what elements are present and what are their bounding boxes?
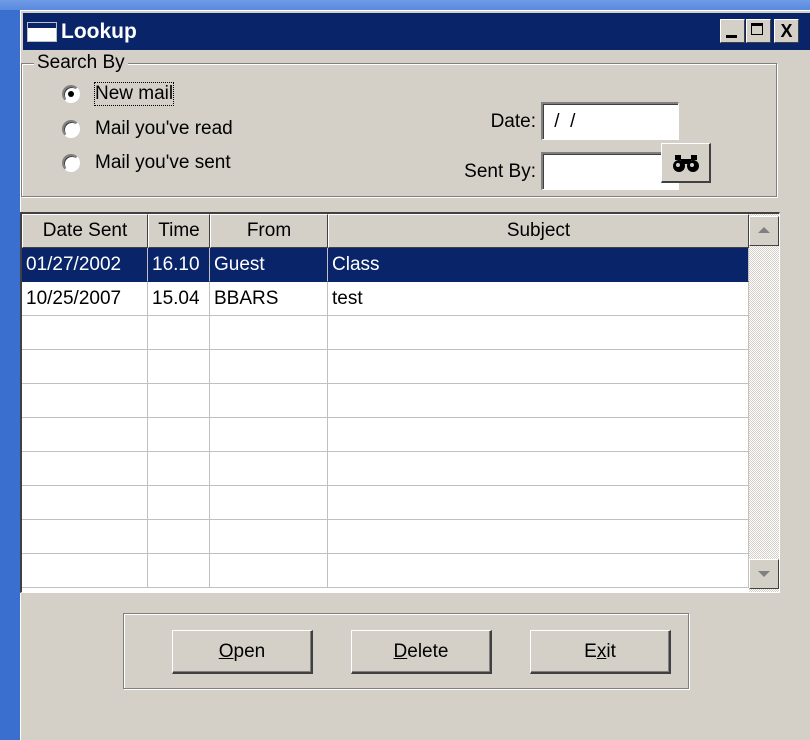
radio-mail-read[interactable]: Mail you've read [62,116,233,142]
radio-label-mail-read: Mail you've read [95,118,233,139]
date-field[interactable] [541,102,679,140]
minimize-icon[interactable] [720,19,745,43]
empty-cell [210,384,328,418]
empty-cell [22,350,148,384]
table-row-empty[interactable] [22,384,749,418]
mail-results-grid[interactable]: Date Sent Time From Subject 01/27/2002 1… [20,212,780,593]
table-row-empty[interactable] [22,316,749,350]
title-bar[interactable]: Lookup X [23,13,810,50]
column-header-time[interactable]: Time [148,214,210,248]
table-row[interactable]: 01/27/2002 16.10 Guest Class [22,248,749,282]
exit-button[interactable]: Exit [530,630,671,674]
empty-cell [210,418,328,452]
empty-cell [328,316,749,350]
empty-cell [328,520,749,554]
radio-button-checked[interactable] [62,85,80,103]
delete-button[interactable]: Delete [351,630,492,674]
desktop-background [0,0,810,10]
empty-cell [22,554,148,588]
cell-subject: Class [328,248,749,282]
window-title: Lookup [61,20,137,43]
empty-cell [328,452,749,486]
empty-cell [22,486,148,520]
radio-new-mail[interactable]: New mail [62,81,175,107]
cell-time: 15.04 [148,282,210,316]
empty-cell [148,520,210,554]
radio-mail-sent[interactable]: Mail you've sent [62,150,231,176]
cell-date-sent: 10/25/2007 [22,282,148,316]
empty-cell [148,384,210,418]
empty-cell [210,316,328,350]
column-header-date-sent[interactable]: Date Sent [22,214,148,248]
empty-cell [210,452,328,486]
cell-date-sent: 01/27/2002 [22,248,148,282]
table-row-empty[interactable] [22,350,749,384]
radio-button[interactable] [62,154,80,172]
table-row-empty[interactable] [22,418,749,452]
table-row[interactable]: 10/25/2007 15.04 BBARS test [22,282,749,316]
grid-vertical-scrollbar[interactable] [749,214,779,592]
empty-cell [328,418,749,452]
empty-cell [22,520,148,554]
grid-header: Date Sent Time From Subject [22,214,749,248]
find-sender-button[interactable] [661,143,711,183]
empty-cell [148,350,210,384]
empty-cell [210,520,328,554]
cell-from: BBARS [210,282,328,316]
empty-cell [210,554,328,588]
empty-cell [328,384,749,418]
search-by-legend: Search By [34,52,128,74]
empty-cell [328,350,749,384]
cell-time: 16.10 [148,248,210,282]
cell-subject: test [328,282,749,316]
radio-button[interactable] [62,120,80,138]
open-button[interactable]: Open [172,630,313,674]
column-header-from[interactable]: From [210,214,328,248]
window-icon[interactable] [27,22,57,42]
empty-cell [22,452,148,486]
sent-by-label: Sent By: [464,161,536,182]
sent-by-field[interactable] [541,152,679,190]
empty-cell [148,554,210,588]
binoculars-icon [672,154,699,172]
empty-cell [22,418,148,452]
empty-cell [210,350,328,384]
empty-cell [148,452,210,486]
empty-cell [22,384,148,418]
column-header-subject[interactable]: Subject [328,214,749,248]
table-row-empty[interactable] [22,554,749,588]
empty-cell [148,486,210,520]
close-icon[interactable]: X [774,19,799,43]
empty-cell [210,486,328,520]
cell-from: Guest [210,248,328,282]
table-row-empty[interactable] [22,452,749,486]
maximize-icon[interactable] [746,19,771,43]
date-label: Date: [490,111,536,132]
scroll-up-icon[interactable] [749,216,779,246]
table-row-empty[interactable] [22,520,749,554]
radio-label-new-mail: New mail [93,82,175,106]
empty-cell [328,554,749,588]
empty-cell [148,316,210,350]
empty-cell [328,486,749,520]
scroll-down-icon[interactable] [749,559,779,589]
table-row-empty[interactable] [22,486,749,520]
empty-cell [148,418,210,452]
empty-cell [22,316,148,350]
radio-label-mail-sent: Mail you've sent [95,152,231,173]
